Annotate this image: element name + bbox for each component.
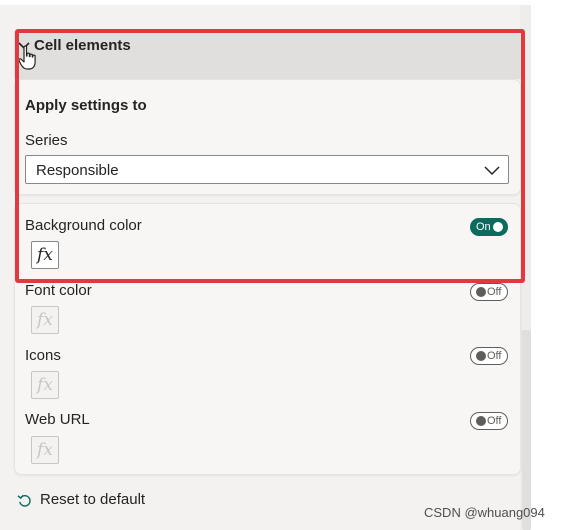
series-dropdown[interactable]: Responsible <box>25 155 509 184</box>
toggle-knob <box>476 287 486 297</box>
icons-toggle[interactable]: Off <box>470 347 508 365</box>
reset-icon <box>17 494 31 507</box>
group-title: Cell elements <box>34 37 131 54</box>
web-url-toggle[interactable]: Off <box>470 412 508 430</box>
background-color-toggle[interactable]: On <box>470 218 508 236</box>
web-url-fx-button[interactable]: fx <box>31 436 59 464</box>
top-strip <box>0 0 531 5</box>
font-color-fx-button[interactable]: fx <box>31 306 59 334</box>
background-color-fx-button[interactable]: fx <box>31 241 59 269</box>
toggle-state: Off <box>487 350 502 362</box>
toggle-state: Off <box>487 286 502 298</box>
dropdown-chevron-icon <box>484 166 500 176</box>
icons-label: Icons <box>25 347 61 364</box>
toggle-state: On <box>476 221 491 233</box>
hand-cursor-icon <box>18 45 36 70</box>
toggle-knob <box>476 351 486 361</box>
series-label: Series <box>25 132 68 149</box>
toggle-knob <box>493 222 503 232</box>
font-color-toggle[interactable]: Off <box>470 283 508 301</box>
apply-settings-title: Apply settings to <box>25 97 147 114</box>
watermark: CSDN @whuang094 <box>424 505 545 520</box>
cell-elements-card <box>15 204 520 474</box>
scrollbar-thumb[interactable] <box>522 330 531 530</box>
series-dropdown-value: Responsible <box>36 162 119 179</box>
toggle-state: Off <box>487 415 502 427</box>
icons-fx-button[interactable]: fx <box>31 371 59 399</box>
web-url-label: Web URL <box>25 411 90 428</box>
background-color-label: Background color <box>25 217 142 234</box>
format-pane: Cell elements Apply settings to Series R… <box>0 0 531 530</box>
font-color-label: Font color <box>25 282 92 299</box>
reset-label: Reset to default <box>40 491 146 508</box>
toggle-knob <box>476 416 486 426</box>
